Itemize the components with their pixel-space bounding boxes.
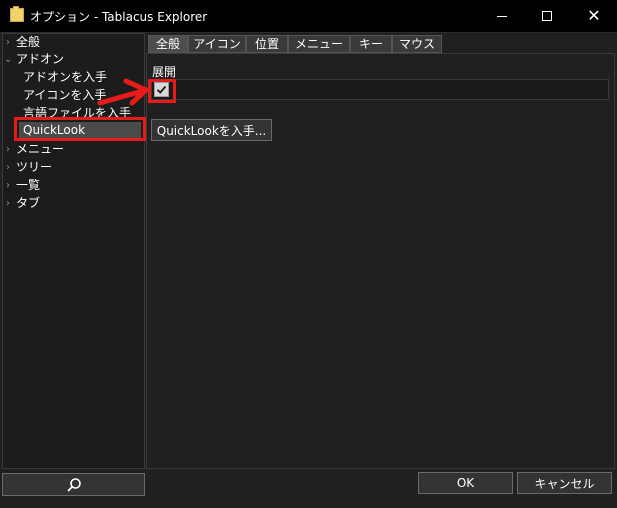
expand-section-label: 展開 <box>152 65 177 79</box>
chevron-right-icon[interactable]: › <box>4 195 12 212</box>
tree-item-label: タブ <box>16 196 41 210</box>
chevron-down-icon[interactable]: ⌄ <box>4 51 12 68</box>
tree-item-addons[interactable]: ⌄ アドオン <box>3 51 142 68</box>
chevron-right-icon[interactable]: › <box>4 177 12 194</box>
expand-section-box <box>151 79 609 100</box>
close-button[interactable]: ✕ <box>571 0 617 32</box>
ok-button[interactable]: OK <box>418 472 513 494</box>
tab-mouse[interactable]: マウス <box>392 35 442 53</box>
tree-item-tabs[interactable]: › タブ <box>3 195 142 212</box>
minimize-icon <box>497 15 507 17</box>
title-bar: オプション - Tablacus Explorer ✕ <box>0 0 617 33</box>
tab-position[interactable]: 位置 <box>246 35 288 53</box>
search-icon <box>66 477 81 492</box>
get-quicklook-button[interactable]: QuickLookを入手... <box>151 119 272 141</box>
tree-item-general[interactable]: › 全般 <box>3 34 142 51</box>
tab-icons[interactable]: アイコン <box>188 35 246 53</box>
tree-item-label: ツリー <box>16 160 53 174</box>
tree-item-menu[interactable]: › メニュー <box>3 141 142 158</box>
tree-item-label: メニュー <box>16 142 65 156</box>
tab-menu[interactable]: メニュー <box>288 35 350 53</box>
window-title: オプション - Tablacus Explorer <box>30 10 208 24</box>
close-icon: ✕ <box>587 6 601 25</box>
tab-keys[interactable]: キー <box>350 35 392 53</box>
cancel-button[interactable]: キャンセル <box>517 472 612 494</box>
tree-item-label: QuickLook <box>23 123 86 137</box>
checkmark-icon <box>156 85 167 94</box>
chevron-right-icon[interactable]: › <box>4 159 12 176</box>
tree-item-quicklook[interactable]: QuickLook <box>19 122 141 139</box>
chevron-right-icon[interactable]: › <box>4 141 12 158</box>
annotation-arrow <box>97 78 149 106</box>
tree-item-label: 全般 <box>16 35 41 49</box>
tree-item-tree[interactable]: › ツリー <box>3 159 142 176</box>
maximize-button[interactable] <box>524 0 570 32</box>
tab-general[interactable]: 全般 <box>148 35 188 53</box>
chevron-right-icon[interactable]: › <box>4 34 12 51</box>
maximize-icon <box>542 11 552 21</box>
folder-icon <box>10 6 24 22</box>
expand-checkbox[interactable] <box>154 82 169 97</box>
settings-panel <box>146 53 615 469</box>
tree-item-label: アドオン <box>16 52 65 66</box>
tree-item-list[interactable]: › 一覧 <box>3 177 142 194</box>
minimize-button[interactable] <box>479 0 525 32</box>
tree-item-label: 一覧 <box>16 178 41 192</box>
search-button[interactable] <box>2 473 145 496</box>
